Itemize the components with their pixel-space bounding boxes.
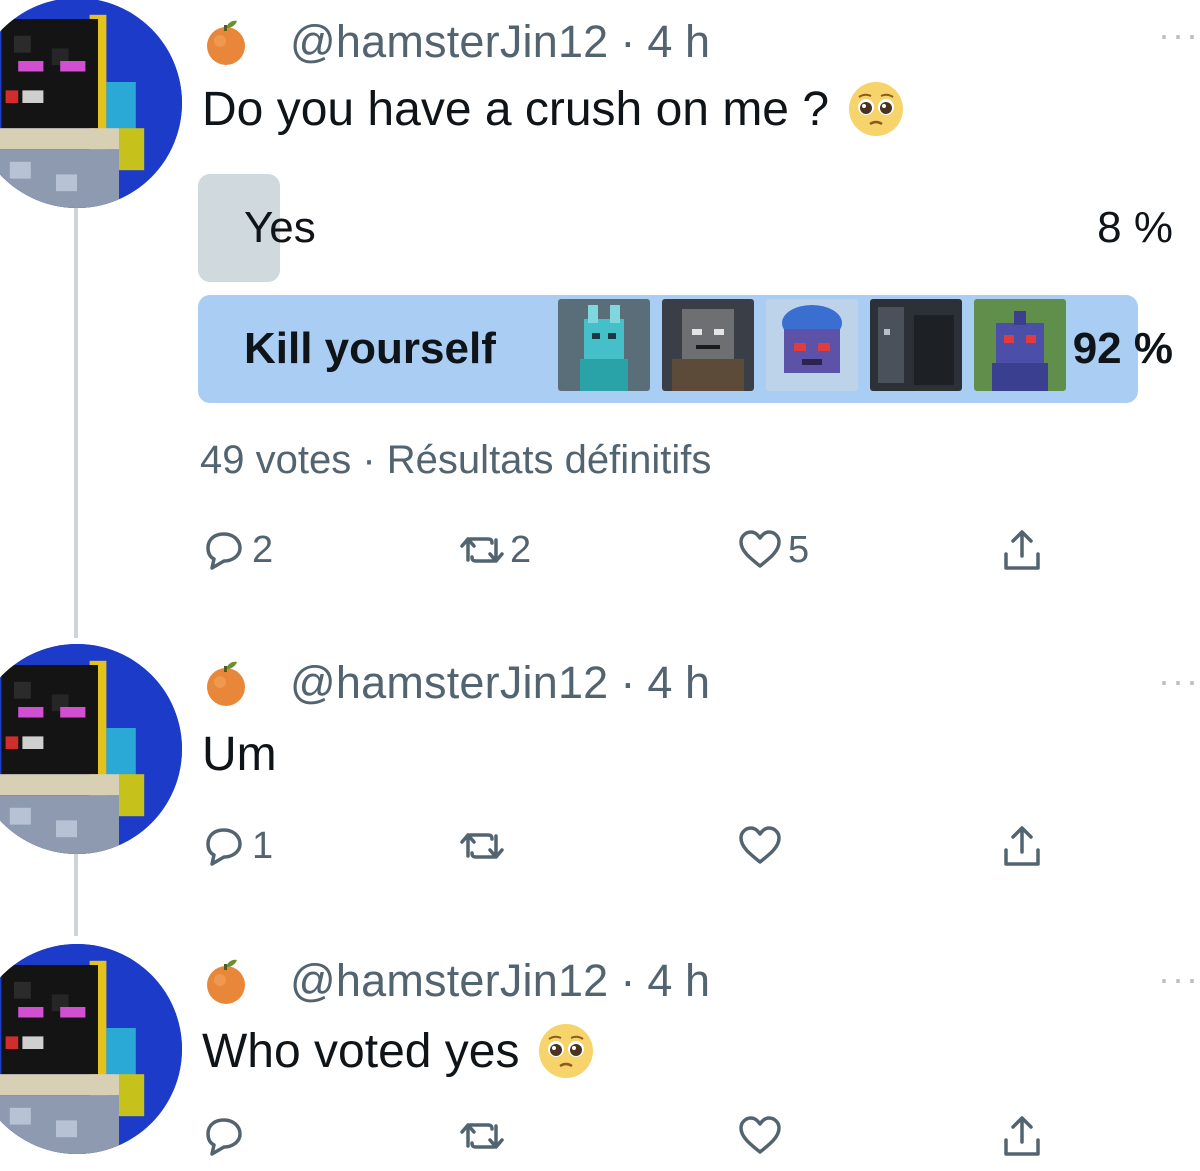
tweet-text-row: Um — [202, 724, 277, 784]
thread-connector — [74, 208, 78, 638]
avatar-image — [0, 644, 182, 854]
heart-icon — [739, 826, 781, 864]
share-button[interactable] — [998, 520, 1046, 580]
reply-count: 1 — [252, 824, 274, 867]
pleading-face-icon — [847, 80, 905, 138]
poll-option-kill-yourself[interactable]: Kill yourself 92 % — [198, 295, 1173, 403]
pleading-face-icon — [537, 1022, 595, 1080]
reply-count: 2 — [252, 528, 274, 571]
tweet-text: Who voted yes — [202, 1024, 520, 1078]
retweet-button[interactable] — [458, 816, 510, 876]
avatar[interactable] — [0, 644, 182, 854]
share-icon — [1004, 826, 1040, 866]
poll-option-percent: 92 % — [1072, 324, 1173, 373]
retweet-button[interactable]: 2 — [458, 520, 531, 580]
tweet-header: @hamsterJin12 · 4 h — [202, 648, 710, 718]
retweet-icon — [460, 833, 504, 859]
tweet-text-row: Who voted yes — [202, 1020, 595, 1082]
share-icon — [1004, 1116, 1040, 1156]
share-button[interactable] — [998, 816, 1046, 876]
reply-icon — [206, 532, 242, 570]
retweet-button[interactable] — [458, 1106, 510, 1166]
user-handle[interactable]: @hamsterJin12 — [290, 955, 608, 1007]
header-separator: · — [620, 16, 636, 67]
heart-icon — [739, 530, 781, 568]
poll-meta-separator: · — [362, 438, 376, 482]
retweet-icon — [460, 1123, 504, 1149]
reply-icon — [206, 828, 242, 866]
header-separator: · — [620, 955, 636, 1006]
orange-icon — [202, 17, 252, 67]
timestamp[interactable]: 4 h — [647, 955, 710, 1007]
like-button[interactable]: 5 — [736, 520, 809, 580]
voter-thumbnail — [766, 299, 858, 391]
poll-meta: 49 votes · Résultats définitifs — [200, 438, 711, 483]
reply-button[interactable]: 1 — [200, 816, 273, 876]
poll-option-label: Yes — [244, 203, 316, 252]
action-bar: 2 2 5 — [200, 520, 1060, 580]
reply-button[interactable] — [200, 1106, 252, 1166]
share-icon — [1004, 530, 1040, 570]
more-options-icon[interactable]: ··· — [1158, 958, 1200, 1000]
retweet-icon — [460, 537, 504, 563]
poll-option-label: Kill yourself — [244, 324, 496, 373]
share-button[interactable] — [998, 1106, 1046, 1166]
voter-thumbnail — [662, 299, 754, 391]
timestamp[interactable]: 4 h — [647, 657, 710, 709]
voter-thumbnail — [870, 299, 962, 391]
header-separator: · — [620, 657, 636, 708]
more-options-icon[interactable]: ··· — [1158, 660, 1200, 702]
action-bar: 1 — [200, 816, 1060, 876]
avatar[interactable] — [0, 944, 182, 1154]
thread-connector — [74, 844, 78, 936]
voter-thumbnail — [974, 299, 1066, 391]
tweet-header: @hamsterJin12 · 4 h — [202, 946, 710, 1016]
action-bar — [200, 1106, 1060, 1166]
reply-button[interactable]: 2 — [200, 520, 273, 580]
reply-icon — [206, 1118, 242, 1156]
tweet-header: @hamsterJin12 · 4 h — [202, 7, 710, 77]
tweet-text-row: Do you have a crush on me ? — [202, 78, 905, 140]
user-handle[interactable]: @hamsterJin12 — [290, 16, 608, 68]
tweet-text: Um — [202, 727, 277, 781]
like-button[interactable] — [736, 1106, 788, 1166]
poll-option-yes[interactable]: Yes 8 % — [198, 174, 1173, 282]
avatar[interactable] — [0, 0, 182, 208]
more-options-icon[interactable]: ··· — [1158, 14, 1200, 56]
timestamp[interactable]: 4 h — [647, 16, 710, 68]
orange-icon — [202, 658, 252, 708]
user-handle[interactable]: @hamsterJin12 — [290, 657, 608, 709]
avatar-image — [0, 0, 182, 208]
retweet-count: 2 — [510, 528, 532, 571]
like-count: 5 — [788, 528, 810, 571]
orange-icon — [202, 956, 252, 1006]
poll-voter-thumbnails — [558, 299, 1066, 391]
poll-option-percent: 8 % — [1097, 203, 1173, 252]
tweet-text: Do you have a crush on me ? — [202, 82, 830, 136]
avatar-image — [0, 944, 182, 1154]
poll-vote-count: 49 votes — [200, 438, 352, 482]
heart-icon — [739, 1116, 781, 1154]
voter-thumbnail — [558, 299, 650, 391]
like-button[interactable] — [736, 816, 788, 876]
poll-status: Résultats définitifs — [386, 438, 712, 482]
